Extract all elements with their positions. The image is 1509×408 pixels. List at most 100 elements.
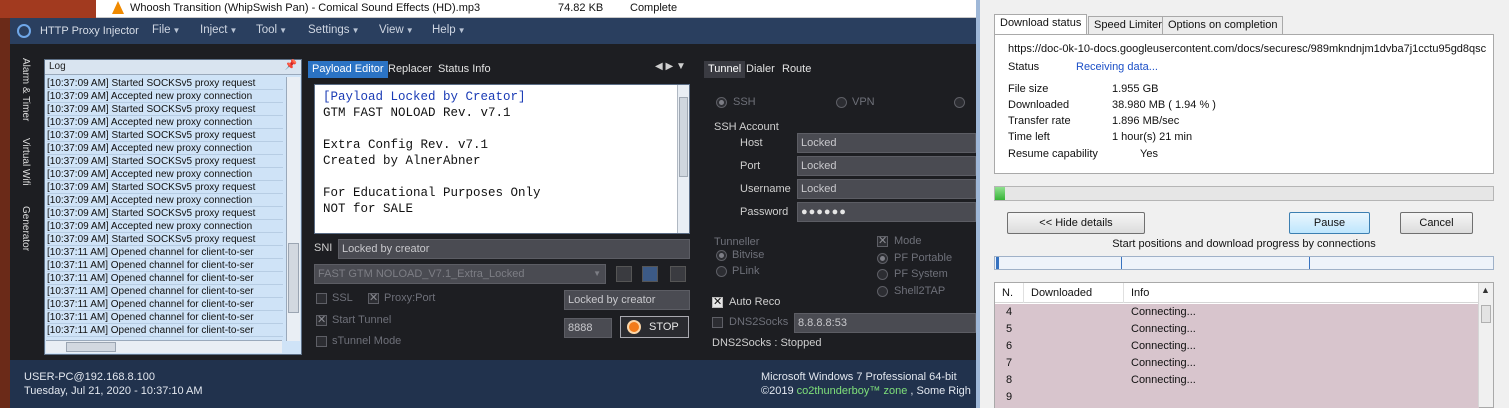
start-tunnel-checkbox[interactable]: [316, 313, 327, 326]
transfer-rate-label: Transfer rate: [1008, 115, 1071, 127]
payload-body: GTM FAST NOLOAD Rev. v7.1 Extra Config R…: [323, 106, 541, 216]
stop-icon: [627, 320, 641, 334]
stunnel-checkbox[interactable]: [316, 336, 327, 347]
hide-details-button[interactable]: << Hide details: [1007, 212, 1145, 234]
host-input[interactable]: Locked: [797, 133, 976, 153]
download-status-panel: https://doc-0k-10-docs.googleusercontent…: [994, 34, 1494, 174]
row-number: 9: [1006, 391, 1013, 403]
delete-icon[interactable]: [670, 266, 686, 282]
table-row[interactable]: 7 Connecting...: [995, 355, 1479, 372]
ssl-checkbox[interactable]: [316, 293, 327, 304]
pause-button[interactable]: Pause: [1289, 212, 1370, 234]
mode-checkbox[interactable]: [877, 234, 888, 247]
table-scrollbar[interactable]: ▲: [1478, 283, 1493, 407]
tab-replacer[interactable]: Replacer: [384, 61, 436, 78]
open-file-icon[interactable]: [616, 266, 632, 282]
tab-download-status[interactable]: Download status: [994, 14, 1088, 35]
save-icon[interactable]: [642, 266, 658, 282]
pf-system-radio[interactable]: [877, 269, 888, 280]
menu-settings[interactable]: Settings ▼: [308, 24, 359, 36]
chevron-down-icon: ▼: [172, 26, 181, 35]
ssh-radio[interactable]: [716, 97, 727, 108]
tab-route[interactable]: Route: [778, 61, 815, 78]
row-number: 8: [1006, 374, 1013, 386]
log-line: [10:37:09 AM] Accepted new proxy connect…: [47, 194, 283, 207]
config-select[interactable]: FAST GTM NOLOAD_V7.1_Extra_Locked ▼: [314, 264, 606, 284]
payload-locked-line: [Payload Locked by Creator]: [323, 90, 526, 104]
menu-file[interactable]: File ▼: [152, 24, 180, 36]
desktop-background: [0, 0, 96, 18]
menu-view[interactable]: View ▼: [379, 24, 414, 36]
connection-marker: [1309, 257, 1310, 269]
tab-dialer[interactable]: Dialer: [742, 61, 779, 78]
download-dialog: Download status Speed Limiter Options on…: [976, 0, 1509, 408]
shell2tap-radio[interactable]: [877, 286, 888, 297]
tab-options-on-completion[interactable]: Options on completion: [1162, 16, 1284, 35]
menu-help[interactable]: Help ▼: [432, 24, 466, 36]
table-row[interactable]: 6 Connecting...: [995, 338, 1479, 355]
menu-inject[interactable]: Inject ▼: [200, 24, 237, 36]
tab-speed-limiter[interactable]: Speed Limiter: [1088, 16, 1168, 35]
plink-radio[interactable]: [716, 266, 727, 277]
connections-caption: Start positions and download progress by…: [1112, 238, 1376, 250]
password-input[interactable]: ●●●●●●: [797, 202, 976, 222]
row-info: Connecting...: [1131, 357, 1196, 369]
proxy-input[interactable]: Locked by creator: [564, 290, 690, 310]
column-n[interactable]: N.: [1002, 287, 1013, 299]
column-downloaded[interactable]: Downloaded: [1031, 287, 1092, 299]
pin-icon[interactable]: 📌: [285, 60, 297, 71]
log-line: [10:37:09 AM] Accepted new proxy connect…: [47, 90, 283, 103]
scrollbar-thumb[interactable]: [679, 97, 688, 177]
status-datetime: Tuesday, Jul 21, 2020 - 10:37:10 AM: [24, 385, 203, 397]
download-progress-bar: [994, 186, 1494, 201]
table-row[interactable]: 4 Connecting...: [995, 304, 1479, 321]
scroll-up-icon[interactable]: ▲: [1481, 285, 1490, 295]
extra-radio[interactable]: [954, 97, 965, 108]
proxy-port-label: Proxy:Port: [384, 292, 436, 304]
auto-reco-checkbox[interactable]: [712, 295, 723, 308]
vpn-radio[interactable]: [836, 97, 847, 108]
chevron-down-icon: ▼: [229, 26, 238, 35]
scrollbar-thumb[interactable]: [1481, 305, 1491, 323]
side-tab-virtual-wifi[interactable]: Virtual Wifi: [20, 138, 31, 186]
scrollbar-thumb[interactable]: [66, 342, 116, 352]
bitvise-radio[interactable]: [716, 250, 727, 261]
port-field[interactable]: Locked: [797, 156, 976, 176]
log-line: [10:37:09 AM] Started SOCKSv5 proxy requ…: [47, 181, 283, 194]
scrollbar-thumb[interactable]: [288, 243, 299, 313]
cancel-button[interactable]: Cancel: [1400, 212, 1473, 234]
log-vertical-scrollbar[interactable]: [286, 77, 300, 341]
dns2socks-checkbox[interactable]: [712, 317, 723, 328]
vpn-label: VPN: [852, 96, 875, 108]
bg-download-status: Complete: [630, 2, 678, 14]
sni-input[interactable]: Locked by creator: [338, 239, 690, 259]
payload-editor[interactable]: [Payload Locked by Creator] GTM FAST NOL…: [314, 84, 690, 234]
tab-payload-editor[interactable]: Payload Editor: [308, 61, 388, 78]
side-tab-alarm-timer[interactable]: Alarm & Timer: [20, 58, 31, 121]
side-tab-generator[interactable]: Generator: [20, 206, 31, 251]
username-input[interactable]: Locked: [797, 179, 976, 199]
proxy-port-checkbox[interactable]: [368, 291, 379, 304]
stop-button[interactable]: STOP: [620, 316, 689, 338]
pf-portable-radio[interactable]: [877, 253, 888, 264]
log-line: [10:37:11 AM] Opened channel for client-…: [47, 311, 283, 324]
bitvise-label: Bitvise: [732, 249, 765, 261]
status-user: USER-PC@192.168.8.100: [24, 371, 156, 383]
table-row[interactable]: 5 Connecting...: [995, 321, 1479, 338]
tab-status-info[interactable]: Status Info: [434, 61, 495, 78]
time-left-value: 1 hour(s) 21 min: [1112, 131, 1193, 143]
log-horizontal-scrollbar[interactable]: [46, 340, 282, 353]
payload-scrollbar[interactable]: [677, 85, 689, 233]
column-info[interactable]: Info: [1131, 287, 1149, 299]
log-line: [10:37:11 AM] Opened channel for client-…: [47, 324, 283, 337]
pf-system-label: PF System: [894, 268, 948, 280]
table-row[interactable]: 8 Connecting...: [995, 372, 1479, 389]
table-rows: 4 Connecting... 5 Connecting... 6 Connecting.…: [995, 304, 1479, 408]
tab-scroll-arrows-icon[interactable]: ◀ ▶ ▼: [655, 61, 686, 72]
port-input[interactable]: 8888: [564, 318, 612, 338]
tab-tunnel[interactable]: Tunnel: [704, 61, 746, 78]
table-row[interactable]: 9: [995, 389, 1479, 406]
background-download-row[interactable]: Whoosh Transition (WhipSwish Pan) - Comi…: [96, 0, 976, 18]
dns-input[interactable]: 8.8.8.8:53: [794, 313, 976, 333]
menu-tool[interactable]: Tool ▼: [256, 24, 287, 36]
